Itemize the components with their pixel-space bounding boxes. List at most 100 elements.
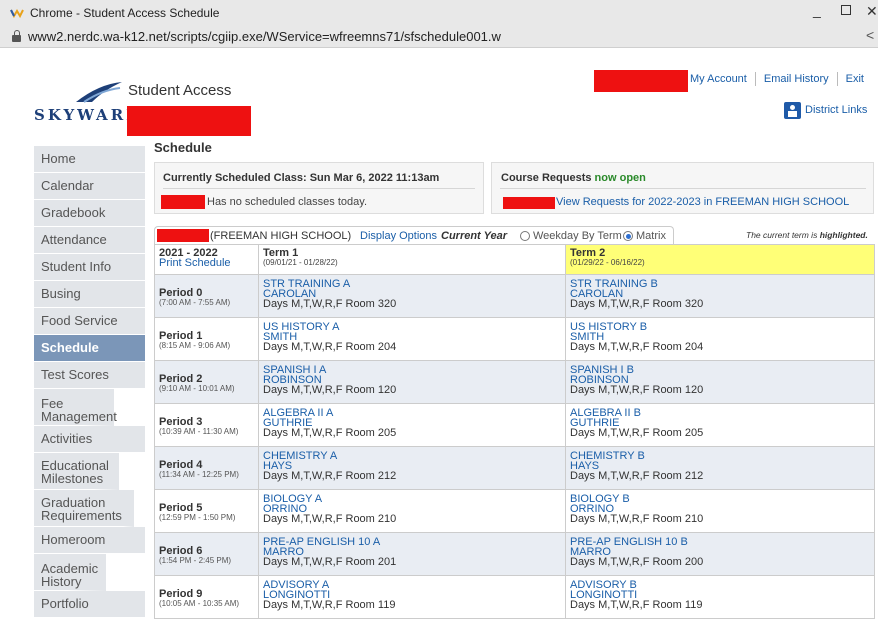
maximize-button[interactable]	[841, 5, 851, 15]
days-room: Days M,T,W,R,F Room 210	[263, 513, 397, 525]
minimize-button[interactable]: _	[813, 2, 821, 18]
table-row: Period 4 (11:34 AM - 12:25 PM) CHEMISTRY A…	[154, 446, 875, 490]
exit-link[interactable]: Exit	[846, 73, 864, 85]
class-cell: ADVISORY B LONGINOTTI Days M,T,W,R,F Room …	[565, 575, 875, 619]
district-person-icon	[784, 102, 801, 119]
address-bar[interactable]: www2.nerdc.wa-k12.net/scripts/cgiip.exe/…	[28, 29, 501, 44]
days-room: Days M,T,W,R,F Room 201	[263, 556, 397, 568]
sidebar-item-portfolio[interactable]: Portfolio	[34, 591, 145, 618]
sidebar-item-calendar[interactable]: Calendar	[34, 173, 145, 200]
close-window-button[interactable]: ✕	[866, 3, 878, 20]
period-name: Period 2	[159, 373, 203, 385]
days-room: Days M,T,W,R,F Room 205	[263, 427, 397, 439]
days-room: Days M,T,W,R,F Room 212	[570, 470, 704, 482]
browser-titlebar: Chrome - Student Access Schedule _ ✕ www…	[0, 0, 878, 48]
schedule-table: 2021 - 2022 Print Schedule Term 1 (09/01…	[154, 244, 875, 619]
skyward-favicon-icon	[10, 9, 24, 19]
sidebar-item-busing[interactable]: Busing	[34, 281, 145, 308]
lock-icon	[12, 30, 21, 42]
print-schedule-link[interactable]: Print Schedule	[159, 258, 254, 269]
sidebar-item-attendance[interactable]: Attendance	[34, 227, 145, 254]
period-name: Period 3	[159, 416, 203, 428]
sidebar-item-educational-milestones[interactable]: Educational Milestones	[34, 453, 119, 490]
period-cell: Period 6 (1:54 PM - 2:45 PM)	[154, 532, 259, 576]
redacted-student-name	[157, 229, 209, 242]
days-room: Days M,T,W,R,F Room 320	[263, 298, 397, 310]
table-row: Period 9 (10:05 AM - 10:35 AM) ADVISORY AL…	[154, 575, 875, 619]
sidebar-item-fee-management[interactable]: Fee Management	[34, 389, 117, 426]
email-history-link[interactable]: Email History	[764, 73, 829, 85]
header-links: My Account Email History Exit	[690, 72, 864, 86]
skyward-swoosh-icon	[76, 82, 122, 103]
class-cell: CHEMISTRY B HAYS Days M,T,W,R,F Room 212	[565, 446, 875, 490]
sidebar-item-academic-history[interactable]: Academic History	[34, 554, 106, 591]
days-room: Days M,T,W,R,F Room 119	[263, 599, 396, 611]
course-link[interactable]: US HISTORY A	[263, 322, 561, 333]
period-cell: Period 1 (8:15 AM - 9:06 AM)	[154, 317, 259, 361]
app-name: Student Access	[128, 82, 232, 99]
class-cell: US HISTORY A SMITH Days M,T,W,R,F Room 204	[258, 317, 566, 361]
class-cell: PRE-AP ENGLISH 10 B MARRO Days M,T,W,R,F R…	[565, 532, 875, 576]
table-row: Period 6 (1:54 PM - 2:45 PM) PRE-AP ENGLIS…	[154, 532, 875, 576]
class-cell: BIOLOGY A ORRINO Days M,T,W,R,F Room 210	[258, 489, 566, 533]
sidebar-item-schedule[interactable]: Schedule	[34, 335, 145, 362]
display-options-link[interactable]: Display Options	[360, 230, 437, 242]
current-class-panel: Currently Scheduled Class: Sun Mar 6, 20…	[154, 162, 484, 214]
table-row: Period 1 (8:15 AM - 9:06 AM) US HISTORY AS…	[154, 317, 875, 361]
period-time: (12:59 PM - 1:50 PM)	[159, 513, 236, 522]
current-class-title: Currently Scheduled Class: Sun Mar 6, 20…	[163, 172, 440, 184]
sidebar-item-home[interactable]: Home	[34, 146, 145, 173]
period-name: Period 4	[159, 459, 203, 471]
period-cell: Period 5 (12:59 PM - 1:50 PM)	[154, 489, 259, 533]
current-year-label: Current Year	[441, 230, 508, 242]
class-cell: US HISTORY B SMITH Days M,T,W,R,F Room 204	[565, 317, 875, 361]
class-cell: BIOLOGY B ORRINO Days M,T,W,R,F Room 210	[565, 489, 875, 533]
redacted-name	[503, 197, 555, 209]
my-account-link[interactable]: My Account	[690, 73, 747, 85]
matrix-radio[interactable]	[623, 231, 633, 241]
sidebar-item-homeroom[interactable]: Homeroom	[34, 527, 145, 554]
window-title: Chrome - Student Access Schedule	[30, 6, 220, 20]
course-link[interactable]: PRE-AP ENGLISH 10 A	[263, 537, 561, 548]
period-name: Period 9	[159, 588, 203, 600]
school-name: (FREEMAN HIGH SCHOOL)	[210, 230, 352, 242]
page-title: Schedule	[154, 140, 212, 155]
sidebar-item-test-scores[interactable]: Test Scores	[34, 362, 145, 389]
days-room: Days M,T,W,R,F Room 204	[263, 341, 397, 353]
matrix-label[interactable]: Matrix	[636, 230, 666, 242]
no-classes-message: Has no scheduled classes today.	[207, 196, 367, 208]
table-row: Period 0 (7:00 AM - 7:55 AM) STR TRAINING …	[154, 274, 875, 318]
sidebar-item-food-service[interactable]: Food Service	[34, 308, 145, 335]
view-requests-link[interactable]: View Requests for 2022-2023 in FREEMAN H…	[556, 196, 849, 208]
table-header-row: 2021 - 2022 Print Schedule Term 1 (09/01…	[154, 244, 875, 275]
weekday-by-term-label[interactable]: Weekday By Term	[533, 230, 622, 242]
period-time: (9:10 AM - 10:01 AM)	[159, 384, 235, 393]
table-row: Period 2 (9:10 AM - 10:01 AM) SPANISH I AR…	[154, 360, 875, 404]
class-cell: SPANISH I A ROBINSON Days M,T,W,R,F Room 1…	[258, 360, 566, 404]
sidebar-item-graduation-requirements[interactable]: Graduation Requirements	[34, 490, 134, 527]
days-room: Days M,T,W,R,F Room 212	[263, 470, 397, 482]
table-row: Period 5 (12:59 PM - 1:50 PM) BIOLOGY A ORR…	[154, 489, 875, 533]
period-time: (7:00 AM - 7:55 AM)	[159, 298, 231, 307]
period-time: (10:39 AM - 11:30 AM)	[159, 427, 239, 436]
weekday-by-term-radio[interactable]	[520, 231, 530, 241]
course-link[interactable]: PRE-AP ENGLISH 10 B	[570, 537, 870, 548]
sidebar-nav: Home Calendar Gradebook Attendance Stude…	[34, 146, 145, 618]
period-name: Period 1	[159, 330, 203, 342]
app-header: SKYWARD Student Access My Account Email H…	[0, 48, 878, 140]
sidebar-item-gradebook[interactable]: Gradebook	[34, 200, 145, 227]
sidebar-item-student-info[interactable]: Student Info	[34, 254, 145, 281]
course-link[interactable]: CHEMISTRY B	[570, 451, 870, 462]
class-cell: STR TRAINING B CAROLAN Days M,T,W,R,F Room…	[565, 274, 875, 318]
period-cell: Period 3 (10:39 AM - 11:30 AM)	[154, 403, 259, 447]
course-link[interactable]: US HISTORY B	[570, 322, 870, 333]
course-link[interactable]: CHEMISTRY A	[263, 451, 561, 462]
course-link[interactable]: BIOLOGY A	[263, 494, 561, 505]
share-icon[interactable]: <	[866, 27, 874, 43]
days-room: Days M,T,W,R,F Room 200	[570, 556, 704, 568]
period-name: Period 5	[159, 502, 203, 514]
sidebar-item-activities[interactable]: Activities	[34, 426, 145, 453]
course-link[interactable]: BIOLOGY B	[570, 494, 870, 505]
period-time: (1:54 PM - 2:45 PM)	[159, 556, 232, 565]
course-requests-panel: Course Requests now open View Requests f…	[491, 162, 874, 214]
